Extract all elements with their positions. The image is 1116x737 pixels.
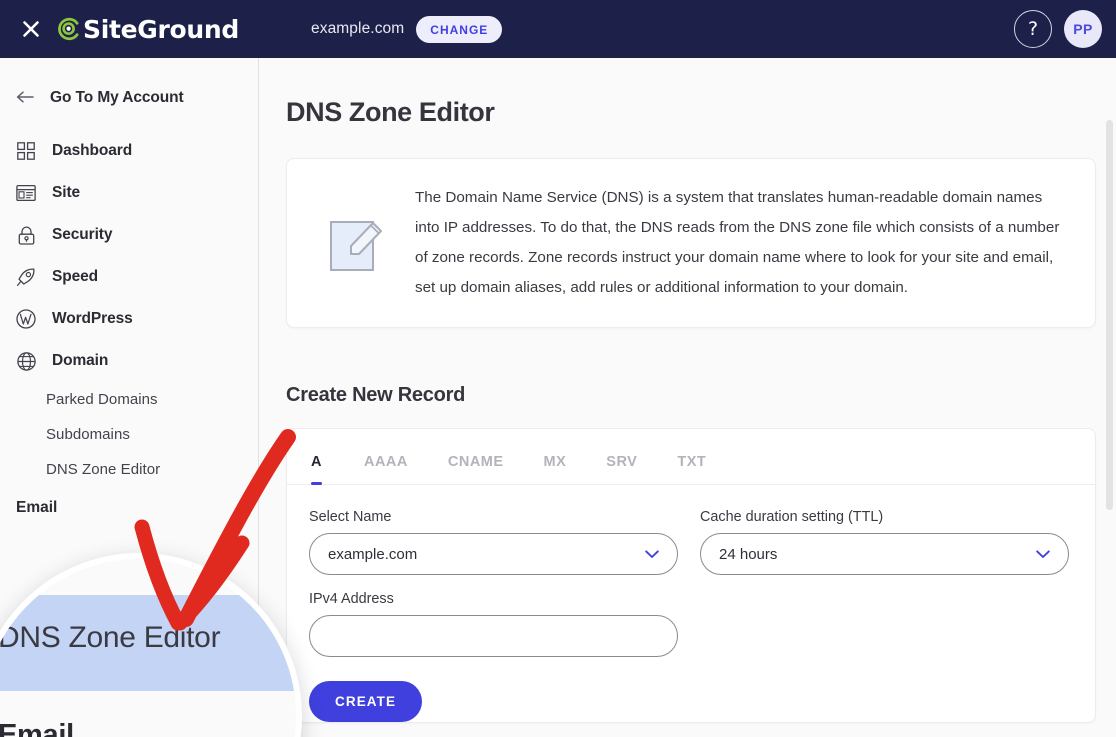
tab-srv[interactable]: SRV (586, 454, 657, 484)
sidebar-item-label: WordPress (52, 310, 133, 328)
grid-icon (16, 141, 36, 161)
ttl-dropdown[interactable]: 24 hours (700, 533, 1069, 575)
lock-icon (16, 225, 36, 245)
browser-window-icon (16, 183, 36, 203)
sidebar-item-domain[interactable]: Domain (0, 340, 258, 382)
magnifier-content: DNS Zone Editor Email (0, 559, 296, 737)
tab-a[interactable]: A (311, 454, 344, 484)
sidebar-item-dashboard[interactable]: Dashboard (0, 130, 258, 172)
sidebar-back-label: Go To My Account (50, 89, 184, 107)
page-title: DNS Zone Editor (286, 97, 1116, 128)
create-record-form: Select Name example.com Cache duration s… (287, 485, 1095, 722)
magnifier-partial-text (68, 555, 74, 579)
record-type-tabs: A AAAA CNAME MX SRV TXT (287, 429, 1095, 485)
siteground-site-tools-app: SiteGround example.com CHANGE ? PP Go To… (0, 0, 1116, 737)
sidebar-item-label: Dashboard (52, 142, 132, 160)
sidebar-item-wordpress[interactable]: WordPress (0, 298, 258, 340)
avatar[interactable]: PP (1064, 10, 1102, 48)
top-bar-actions: ? PP (1014, 10, 1102, 48)
field-ipv4-address: IPv4 Address (309, 591, 678, 657)
info-card-text: The Domain Name Service (DNS) is a syste… (415, 183, 1069, 303)
change-domain-button[interactable]: CHANGE (416, 16, 502, 43)
globe-icon (16, 351, 36, 371)
rocket-icon (16, 267, 36, 287)
magnifier-lens: DNS Zone Editor Email (0, 553, 302, 737)
arrow-left-icon (16, 88, 34, 108)
section-title-create-new-record: Create New Record (286, 384, 1116, 407)
domain-name-label: example.com (311, 20, 404, 38)
form-row-top: Select Name example.com Cache duration s… (309, 509, 1069, 575)
help-icon[interactable]: ? (1014, 10, 1052, 48)
sidebar-item-label: Site (52, 184, 80, 202)
wordpress-icon (16, 309, 36, 329)
ttl-label: Cache duration setting (TTL) (700, 509, 1069, 525)
siteground-logo-mark (56, 16, 82, 42)
chevron-down-icon (1036, 547, 1050, 562)
sidebar-item-security[interactable]: Security (0, 214, 258, 256)
sidebar-item-label: Security (52, 226, 112, 244)
select-name-label: Select Name (309, 509, 678, 525)
sidebar-item-site[interactable]: Site (0, 172, 258, 214)
sidebar-group-email: Email (0, 487, 258, 525)
select-name-dropdown[interactable]: example.com (309, 533, 678, 575)
select-name-value: example.com (328, 546, 645, 563)
sidebar-item-subdomains[interactable]: Subdomains (0, 417, 258, 452)
ipv4-address-input[interactable] (309, 615, 678, 657)
info-card: The Domain Name Service (DNS) is a syste… (286, 158, 1096, 328)
chevron-down-icon (645, 547, 659, 562)
magnified-email-label: Email (0, 719, 74, 737)
siteground-logo-text: SiteGround (83, 15, 239, 44)
tab-aaaa[interactable]: AAAA (344, 454, 428, 484)
ipv4-address-label: IPv4 Address (309, 591, 678, 607)
sidebar-item-dns-zone-editor[interactable]: DNS Zone Editor (0, 452, 258, 487)
form-row-bottom: IPv4 Address (309, 591, 1069, 657)
siteground-logo[interactable]: SiteGround (56, 15, 239, 44)
document-edit-icon (327, 210, 389, 276)
field-ttl: Cache duration setting (TTL) 24 hours (700, 509, 1069, 575)
tab-cname[interactable]: CNAME (428, 454, 524, 484)
create-record-card: A AAAA CNAME MX SRV TXT Select Name exam… (286, 428, 1096, 723)
ttl-value: 24 hours (719, 546, 1036, 563)
sidebar-item-label: Domain (52, 352, 108, 370)
sidebar-item-parked-domains[interactable]: Parked Domains (0, 382, 258, 417)
sidebar-item-speed[interactable]: Speed (0, 256, 258, 298)
close-icon[interactable] (8, 6, 54, 52)
tab-mx[interactable]: MX (524, 454, 587, 484)
main-scrollbar[interactable] (1106, 120, 1113, 510)
sidebar-item-label: Speed (52, 268, 98, 286)
magnified-dns-zone-editor-label[interactable]: DNS Zone Editor (0, 621, 220, 655)
field-select-name: Select Name example.com (309, 509, 678, 575)
main-content: DNS Zone Editor The Domain Name Service … (260, 58, 1116, 737)
field-spacer (700, 591, 1069, 657)
tab-txt[interactable]: TXT (657, 454, 726, 484)
create-button[interactable]: CREATE (309, 681, 422, 722)
top-bar: SiteGround example.com CHANGE ? PP (0, 0, 1116, 58)
sidebar-item-go-to-my-account[interactable]: Go To My Account (0, 80, 258, 116)
current-domain: example.com CHANGE (311, 16, 502, 43)
